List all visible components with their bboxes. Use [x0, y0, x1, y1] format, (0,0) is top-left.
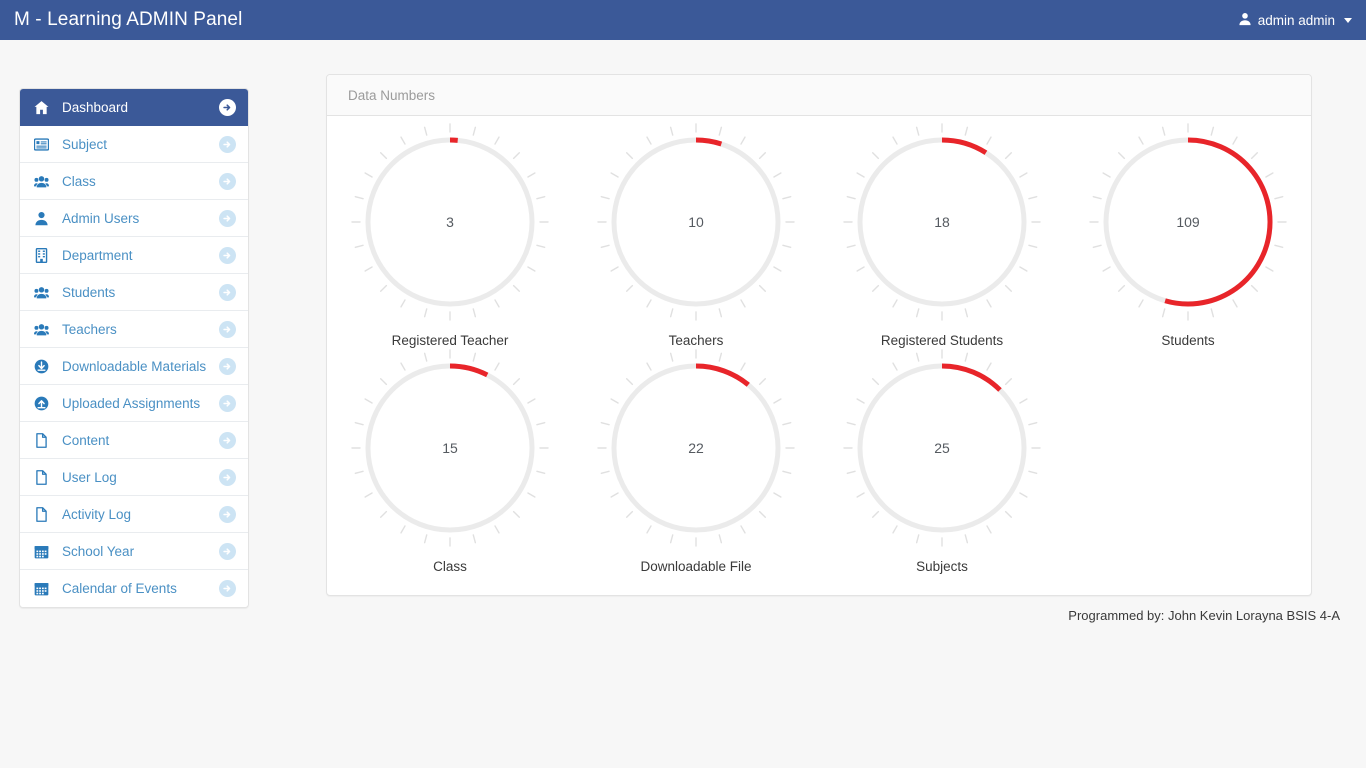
sidebar-item-downloadable-materials[interactable]: Downloadable Materials — [20, 348, 248, 385]
sidebar-nav: Dashboard Subject Class Admin Users Departme… — [19, 88, 249, 608]
arrow-circle-right-icon[interactable] — [219, 173, 236, 190]
arrow-circle-right-icon[interactable] — [219, 395, 236, 412]
gauge-subjects: 25 Subjects — [819, 348, 1065, 574]
arrow-circle-right-icon[interactable] — [219, 99, 236, 116]
gauge-dial: 109 — [1088, 122, 1288, 322]
sidebar-item-calendar-of-events[interactable]: Calendar of Events — [20, 570, 248, 607]
gauge-dial: 10 — [596, 122, 796, 322]
sidebar-item-label: Content — [62, 433, 219, 448]
upload-icon — [34, 396, 53, 411]
gauge-value: 3 — [350, 122, 550, 322]
arrow-circle-right-icon[interactable] — [219, 321, 236, 338]
sidebar-item-label: Department — [62, 248, 219, 263]
sidebar-item-students[interactable]: Students — [20, 274, 248, 311]
gauge-label: Downloadable File — [640, 559, 751, 574]
gauge-label: Students — [1161, 333, 1214, 348]
arrow-circle-right-icon[interactable] — [219, 432, 236, 449]
gauge-registered-teacher: 3 Registered Teacher — [327, 122, 573, 348]
gauge-value: 18 — [842, 122, 1042, 322]
gauge-label: Subjects — [916, 559, 968, 574]
sidebar-item-label: Calendar of Events — [62, 581, 219, 596]
sidebar-item-content[interactable]: Content — [20, 422, 248, 459]
caret-down-icon — [1344, 18, 1352, 23]
app-brand-title: M - Learning ADMIN Panel — [0, 9, 242, 31]
user-name-label: admin admin — [1258, 13, 1335, 28]
users-icon — [34, 174, 53, 189]
sidebar-item-admin-users[interactable]: Admin Users — [20, 200, 248, 237]
calendar-icon — [34, 581, 53, 596]
gauge-class: 15 Class — [327, 348, 573, 574]
gauge-dial: 15 — [350, 348, 550, 548]
sidebar-item-label: Activity Log — [62, 507, 219, 522]
sidebar-item-school-year[interactable]: School Year — [20, 533, 248, 570]
sidebar-item-label: Class — [62, 174, 219, 189]
gauge-value: 15 — [350, 348, 550, 548]
sidebar-item-user-log[interactable]: User Log — [20, 459, 248, 496]
file-icon — [34, 470, 53, 485]
arrow-circle-right-icon[interactable] — [219, 469, 236, 486]
sidebar-item-label: Dashboard — [62, 100, 219, 115]
gauge-label: Teachers — [669, 333, 724, 348]
gauge-dial: 25 — [842, 348, 1042, 548]
sidebar-item-uploaded-assignments[interactable]: Uploaded Assignments — [20, 385, 248, 422]
list-icon — [34, 137, 53, 152]
sidebar-item-class[interactable]: Class — [20, 163, 248, 200]
user-icon — [34, 211, 53, 226]
sidebar-item-label: Downloadable Materials — [62, 359, 219, 374]
sidebar-item-department[interactable]: Department — [20, 237, 248, 274]
sidebar-item-label: Students — [62, 285, 219, 300]
gauge-registered-students: 18 Registered Students — [819, 122, 1065, 348]
sidebar-item-label: Admin Users — [62, 211, 219, 226]
gauge-label: Class — [433, 559, 467, 574]
arrow-circle-right-icon[interactable] — [219, 543, 236, 560]
sidebar-item-dashboard[interactable]: Dashboard — [20, 89, 248, 126]
arrow-circle-right-icon[interactable] — [219, 136, 236, 153]
sidebar-item-label: User Log — [62, 470, 219, 485]
sidebar-item-teachers[interactable]: Teachers — [20, 311, 248, 348]
user-menu[interactable]: admin admin — [1238, 12, 1366, 28]
gauge-row-spacer — [1065, 348, 1311, 574]
gauge-dial: 22 — [596, 348, 796, 548]
gauge-label: Registered Students — [881, 333, 1003, 348]
gauge-value: 25 — [842, 348, 1042, 548]
sidebar-item-label: Teachers — [62, 322, 219, 337]
arrow-circle-right-icon[interactable] — [219, 284, 236, 301]
users-icon — [34, 285, 53, 300]
gauge-dial: 3 — [350, 122, 550, 322]
gauge-downloadable-file: 22 Downloadable File — [573, 348, 819, 574]
gauge-dial: 18 — [842, 122, 1042, 322]
gauge-row-bottom: 15 Class 22 Downloadable File 25 Subjects — [327, 348, 1311, 574]
card-header: Data Numbers — [327, 75, 1311, 116]
file-icon — [34, 507, 53, 522]
gauge-value: 10 — [596, 122, 796, 322]
arrow-circle-right-icon[interactable] — [219, 580, 236, 597]
sidebar-item-label: School Year — [62, 544, 219, 559]
sidebar-item-subject[interactable]: Subject — [20, 126, 248, 163]
gauge-value: 109 — [1088, 122, 1288, 322]
gauge-value: 22 — [596, 348, 796, 548]
arrow-circle-right-icon[interactable] — [219, 358, 236, 375]
data-numbers-card: Data Numbers 3 Registered Teacher 10 Teache… — [326, 74, 1312, 596]
card-body: 3 Registered Teacher 10 Teachers 18 Registere… — [327, 116, 1311, 574]
home-icon — [34, 100, 53, 115]
building-icon — [34, 248, 53, 263]
arrow-circle-right-icon[interactable] — [219, 210, 236, 227]
user-icon — [1238, 12, 1252, 28]
calendar-icon — [34, 544, 53, 559]
file-icon — [34, 433, 53, 448]
gauge-students: 109 Students — [1065, 122, 1311, 348]
arrow-circle-right-icon[interactable] — [219, 247, 236, 264]
sidebar-item-label: Uploaded Assignments — [62, 396, 219, 411]
gauge-label: Registered Teacher — [392, 333, 509, 348]
sidebar-item-label: Subject — [62, 137, 219, 152]
card-title: Data Numbers — [348, 88, 435, 103]
top-navbar: M - Learning ADMIN Panel admin admin — [0, 0, 1366, 40]
footer-credit: Programmed by: John Kevin Lorayna BSIS 4… — [0, 608, 1340, 623]
sidebar-item-activity-log[interactable]: Activity Log — [20, 496, 248, 533]
download-icon — [34, 359, 53, 374]
gauge-row-top: 3 Registered Teacher 10 Teachers 18 Registere… — [327, 122, 1311, 348]
gauge-teachers: 10 Teachers — [573, 122, 819, 348]
users-icon — [34, 322, 53, 337]
arrow-circle-right-icon[interactable] — [219, 506, 236, 523]
